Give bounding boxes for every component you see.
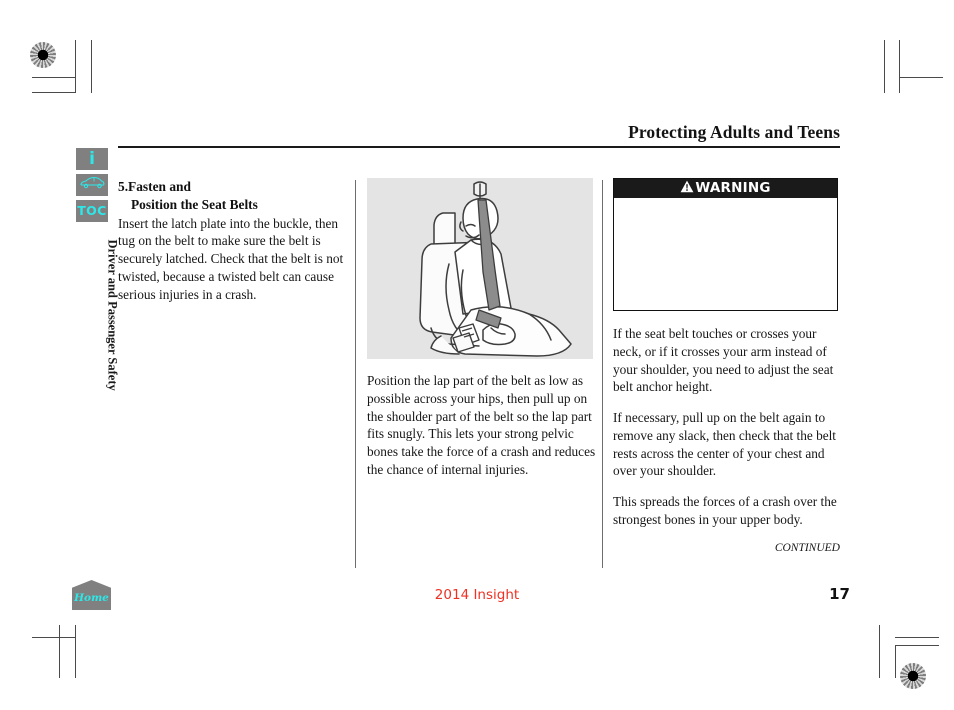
crop-mark-br-h1	[895, 637, 939, 639]
column-left: 5.Fasten and Position the Seat Belts Ins…	[118, 178, 346, 570]
sidebar-item-info[interactable]: i	[76, 148, 108, 170]
registration-crosshair-left	[26, 343, 68, 385]
crop-mark-br-h2	[895, 645, 939, 647]
column-right: WARNING If the seat belt touches or cros…	[613, 178, 840, 570]
crop-mark-tl-h2	[32, 92, 76, 94]
manual-page: i TOC Driver and Passenger Safety Protec…	[0, 0, 954, 710]
toc-label: TOC	[77, 202, 107, 218]
crop-mark-br-v2	[895, 645, 897, 678]
step-heading: 5.Fasten and Position the Seat Belts	[118, 178, 346, 214]
page-footer: Home 2014 Insight 17	[0, 580, 954, 614]
warning-label: WARNING	[695, 179, 771, 196]
registration-crosshair-bottom	[457, 643, 499, 685]
crop-mark-tl-v1	[75, 40, 77, 93]
registration-target-bottom-right	[900, 663, 926, 689]
seat-belt-illustration	[367, 178, 593, 359]
warning-body	[614, 198, 837, 310]
crop-mark-bl-v2	[59, 625, 61, 678]
content-columns: 5.Fasten and Position the Seat Belts Ins…	[118, 178, 840, 570]
registration-crosshair-top	[457, 33, 499, 75]
page-number: 17	[829, 585, 850, 603]
info-icon: i	[89, 148, 95, 169]
step-heading-line2: Position the Seat Belts	[131, 196, 258, 212]
warning-triangle-icon	[680, 180, 695, 198]
crop-mark-tr-v2	[899, 40, 901, 93]
warning-box: WARNING	[613, 178, 838, 311]
registration-target-top-left	[30, 42, 56, 68]
crop-mark-tr-h1	[899, 77, 943, 79]
crop-mark-bl-h1	[32, 637, 76, 639]
header-rule	[118, 146, 840, 148]
left-paragraph: Insert the latch plate into the buckle, …	[118, 215, 344, 302]
sidebar-item-toc[interactable]: TOC	[76, 200, 108, 222]
warning-header: WARNING	[614, 179, 837, 198]
crop-mark-tl-h1	[32, 77, 76, 79]
crop-mark-tl-v2	[91, 40, 93, 93]
crop-mark-bl-v1	[75, 625, 77, 678]
crop-mark-tr-v1	[884, 40, 886, 93]
step-heading-line1: 5.Fasten and	[118, 179, 191, 194]
right-paragraph-2: If necessary, pull up on the belt again …	[613, 410, 837, 479]
right-paragraph-3: This spreads the forces of a crash over …	[613, 494, 837, 527]
vehicle-icon	[79, 176, 105, 194]
page-title: Protecting Adults and Teens	[628, 122, 840, 142]
page-header: Protecting Adults and Teens	[118, 122, 840, 148]
column-divider-1	[355, 180, 357, 568]
sidebar: i TOC Driver and Passenger Safety	[76, 148, 120, 391]
sidebar-item-vehicle[interactable]	[76, 174, 108, 196]
column-divider-2	[602, 180, 604, 568]
right-paragraph-1: If the seat belt touches or crosses your…	[613, 326, 834, 395]
crop-mark-br-v1	[879, 625, 881, 678]
continued-label: CONTINUED	[774, 541, 840, 554]
column-middle: Position the lap part of the belt as low…	[367, 178, 599, 570]
middle-paragraph: Position the lap part of the belt as low…	[367, 373, 596, 477]
registration-crosshair-right	[889, 343, 931, 385]
